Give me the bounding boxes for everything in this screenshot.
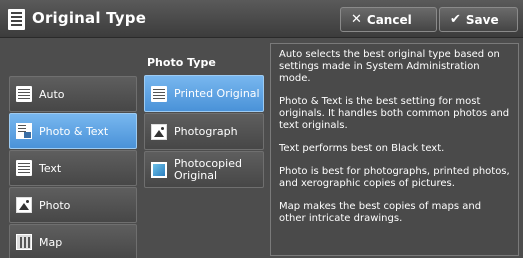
- original-type-map[interactable]: Map: [9, 224, 137, 258]
- option-label: Photo: [39, 198, 71, 212]
- photo-type-photocopied-original[interactable]: Photocopied Original: [144, 151, 264, 188]
- save-label: Save: [465, 12, 499, 27]
- close-icon: ✕: [351, 12, 362, 27]
- map-icon: [16, 234, 32, 250]
- printed-original-icon: [151, 85, 167, 102]
- save-button[interactable]: ✔ Save: [439, 7, 518, 32]
- photo-type-photograph[interactable]: Photograph: [144, 113, 264, 150]
- original-type-photo-text[interactable]: Photo & Text: [9, 113, 137, 149]
- photo-icon: [16, 197, 32, 213]
- header-bar: Original Type ✕ Cancel ✔ Save: [0, 0, 523, 38]
- option-label: Map: [39, 235, 63, 249]
- cancel-label: Cancel: [366, 12, 412, 27]
- auto-doc-icon: [16, 86, 32, 102]
- description-paragraph: Map makes the best copies of maps and ot…: [279, 201, 482, 224]
- photo-type-heading: Photo Type: [147, 56, 216, 69]
- description-paragraph: Photo is best for photographs, printed p…: [279, 166, 510, 189]
- photo-type-printed-original[interactable]: Printed Original: [144, 75, 264, 112]
- option-label: Auto: [39, 87, 65, 101]
- option-label: Printed Original: [174, 86, 260, 100]
- page-title: Original Type: [32, 9, 147, 27]
- photocopied-original-icon: [151, 161, 167, 178]
- original-type-auto[interactable]: Auto: [9, 76, 137, 112]
- description-paragraph: Auto selects the best original type base…: [279, 49, 500, 84]
- original-type-photo[interactable]: Photo: [9, 187, 137, 223]
- option-label: Photocopied Original: [174, 156, 242, 182]
- cancel-button[interactable]: ✕ Cancel: [340, 7, 437, 32]
- option-label: Photo & Text: [39, 124, 109, 138]
- description-panel: Auto selects the best original type base…: [270, 43, 519, 256]
- original-type-icon: [8, 9, 25, 30]
- option-label: Photograph: [174, 124, 238, 138]
- original-type-text[interactable]: Text: [9, 150, 137, 186]
- photo-text-icon: [16, 123, 32, 139]
- description-paragraph: Photo & Text is the best setting for mos…: [279, 96, 510, 131]
- description-paragraph: Text performs best on Black text.: [279, 143, 445, 154]
- original-type-list: Auto Photo & Text Text Photo Map: [9, 76, 137, 258]
- text-doc-icon: [16, 160, 32, 176]
- photo-type-list: Printed Original Photograph Photocopied …: [144, 75, 264, 189]
- option-label: Text: [39, 161, 62, 175]
- photograph-icon: [151, 123, 167, 140]
- checkmark-icon: ✔: [450, 12, 461, 27]
